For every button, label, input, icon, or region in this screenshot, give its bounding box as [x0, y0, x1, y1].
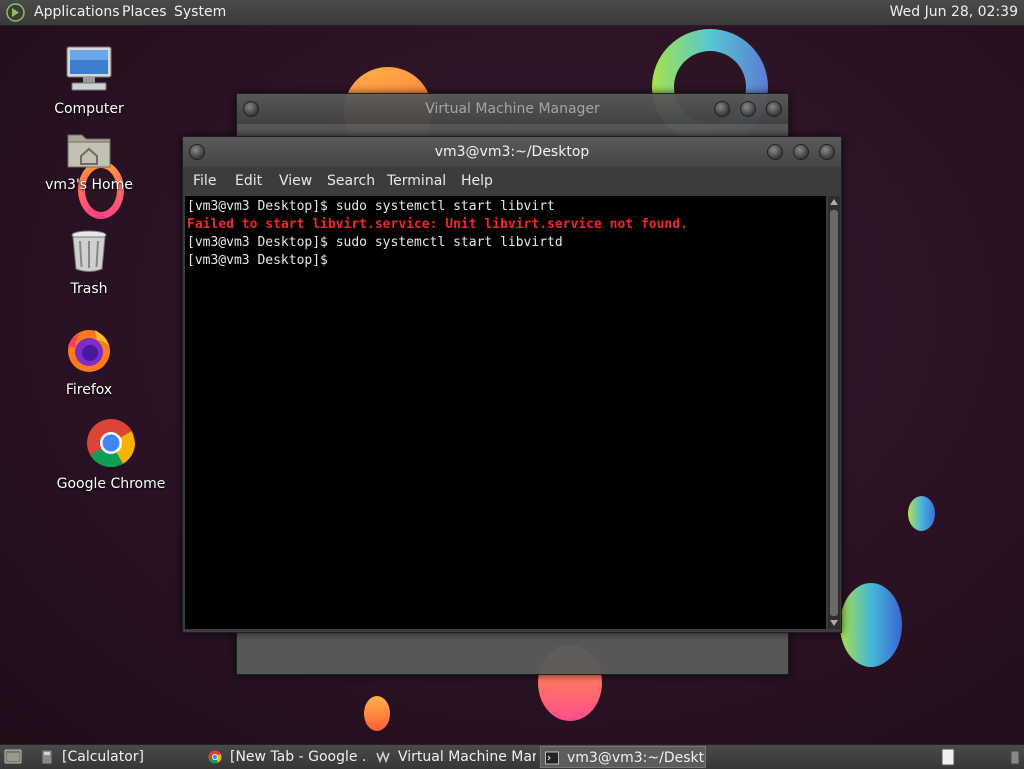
close-button[interactable]	[819, 144, 835, 160]
menu-view[interactable]: View	[279, 167, 312, 196]
menu-help[interactable]: Help	[461, 167, 493, 196]
menu-edit[interactable]: Edit	[235, 167, 262, 196]
menu-places[interactable]: Places	[122, 0, 167, 25]
desktop-icon-label: Computer	[54, 101, 124, 117]
scroll-up-arrow[interactable]	[830, 199, 838, 205]
task-label: [New Tab - Google ...	[230, 749, 368, 765]
desktop-icon-label: Google Chrome	[56, 476, 166, 492]
terminal-titlebar[interactable]: vm3@vm3:~/Desktop	[183, 137, 841, 167]
show-desktop-icon[interactable]	[4, 749, 22, 765]
task-terminal[interactable]: vm3@vm3:~/Desktop	[540, 746, 706, 768]
distro-logo-icon[interactable]	[6, 3, 25, 22]
wallpaper-blob	[908, 496, 935, 531]
scrollbar-thumb[interactable]	[830, 210, 838, 616]
minimize-button[interactable]	[714, 101, 730, 117]
terminal-scrollbar[interactable]	[828, 196, 840, 629]
task-label: vm3@vm3:~/Desktop	[567, 750, 705, 766]
scroll-down-arrow[interactable]	[830, 620, 838, 626]
task-calculator[interactable]: [Calculator]	[36, 746, 200, 768]
top-panel: Applications Places System Wed Jun 28, 0…	[0, 0, 1024, 26]
menu-applications[interactable]: Applications	[34, 0, 120, 25]
desktop-icon-label: vm3's Home	[45, 177, 133, 193]
firefox-icon	[68, 330, 110, 372]
wallpaper-blob	[840, 583, 902, 667]
terminal-menubar: File Edit View Search Terminal Help	[183, 167, 841, 196]
desktop-icon-computer[interactable]: Computer	[48, 45, 130, 117]
minimize-button[interactable]	[767, 144, 783, 160]
terminal-icon	[545, 751, 559, 765]
vmm-titlebar[interactable]: Virtual Machine Manager	[237, 94, 788, 124]
wallpaper-blob	[364, 696, 390, 731]
desktop-icon-trash[interactable]: Trash	[48, 229, 130, 297]
task-label: [Calculator]	[62, 749, 145, 765]
menu-system[interactable]: System	[174, 0, 226, 25]
desktop-icon-chrome[interactable]: Google Chrome	[56, 418, 166, 492]
window-title: Virtual Machine Manager	[425, 101, 600, 117]
workspace-switcher-icon[interactable]	[941, 748, 955, 766]
task-label: Virtual Machine Man...	[398, 749, 536, 765]
desktop-icon-label: Firefox	[65, 382, 113, 398]
menu-search[interactable]: Search	[327, 167, 375, 196]
home-folder-icon	[67, 134, 111, 168]
vmm-icon	[376, 750, 390, 764]
close-button[interactable]	[766, 101, 782, 117]
chrome-icon	[87, 419, 135, 468]
terminal-prompt-line: [vm3@vm3 Desktop]$	[187, 253, 328, 268]
maximize-button[interactable]	[740, 101, 756, 117]
terminal-error-line: Failed to start libvirt.service: Unit li…	[187, 217, 688, 232]
trash-icon	[71, 230, 107, 272]
menu-terminal[interactable]: Terminal	[387, 167, 446, 196]
chrome-icon	[208, 750, 222, 764]
terminal-window[interactable]: vm3@vm3:~/Desktop File Edit View Search …	[182, 136, 842, 633]
terminal-line: [vm3@vm3 Desktop]$ sudo systemctl start …	[187, 235, 563, 250]
computer-icon	[66, 46, 112, 91]
desktop-icon-firefox[interactable]: Firefox	[48, 326, 130, 398]
desktop-icon-label: Trash	[70, 281, 108, 297]
terminal-line: [vm3@vm3 Desktop]$ sudo systemctl start …	[187, 199, 555, 214]
desktop-icon-home[interactable]: vm3's Home	[44, 129, 134, 193]
task-virtual-machine-manager[interactable]: Virtual Machine Man...	[372, 746, 536, 768]
maximize-button[interactable]	[793, 144, 809, 160]
task-chrome[interactable]: [New Tab - Google ...	[204, 746, 368, 768]
calculator-icon	[41, 750, 53, 764]
clock[interactable]: Wed Jun 28, 02:39	[890, 0, 1018, 25]
terminal-output[interactable]: [vm3@vm3 Desktop]$ sudo systemctl start …	[185, 196, 826, 629]
trash-applet-icon[interactable]	[1010, 749, 1020, 765]
window-title: vm3@vm3:~/Desktop	[434, 144, 590, 160]
bottom-panel: [Calculator] [New Tab - Google ... Virtu…	[0, 744, 1024, 769]
menu-file[interactable]: File	[193, 167, 216, 196]
